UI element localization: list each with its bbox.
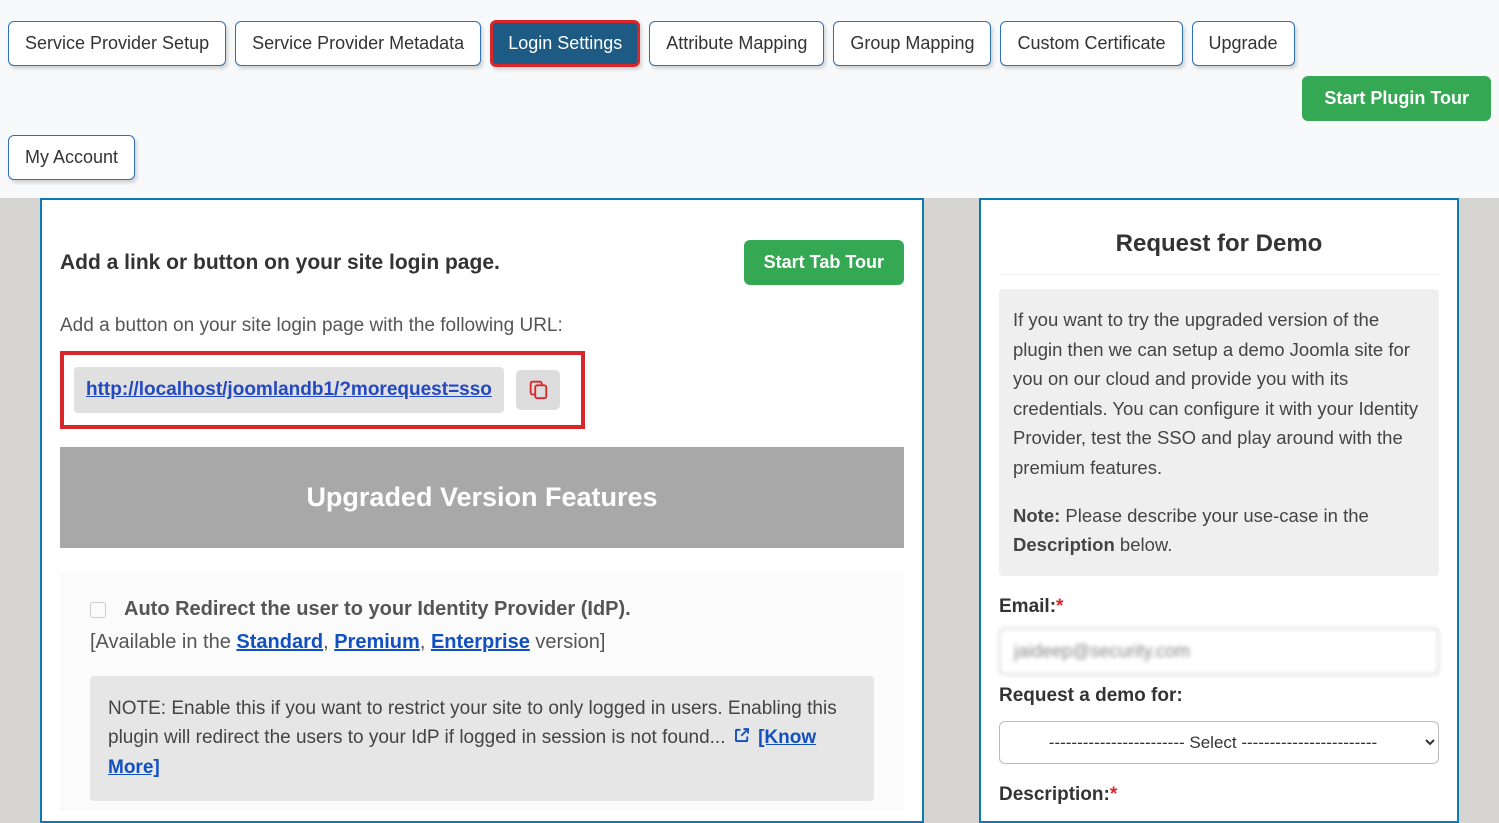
panel-subtext: Add a button on your site login page wit… — [60, 315, 904, 337]
external-link-icon — [733, 724, 751, 753]
demo-info-text: If you want to try the upgraded version … — [1013, 305, 1425, 483]
tab-service-provider-setup[interactable]: Service Provider Setup — [8, 21, 226, 66]
email-field[interactable] — [999, 628, 1439, 675]
tab-upgrade[interactable]: Upgrade — [1192, 21, 1295, 66]
tab-attribute-mapping[interactable]: Attribute Mapping — [649, 21, 824, 66]
auto-redirect-checkbox[interactable] — [90, 602, 106, 618]
tab-my-account[interactable]: My Account — [8, 135, 135, 180]
feature-availability: [Available in the Standard, Premium, Ent… — [90, 631, 874, 654]
plan-standard-link[interactable]: Standard — [236, 631, 323, 653]
demo-plan-select[interactable]: ------------------------ Select --------… — [999, 721, 1439, 764]
copy-icon — [527, 378, 549, 403]
demo-info-box: If you want to try the upgraded version … — [999, 289, 1439, 576]
description-label: Description:* — [999, 784, 1439, 806]
tab-custom-certificate[interactable]: Custom Certificate — [1000, 21, 1182, 66]
sso-url-highlight: http://localhost/joomlandb1/?morequest=s… — [60, 351, 585, 429]
request-demo-panel: Request for Demo If you want to try the … — [979, 198, 1459, 823]
upgraded-features-banner: Upgraded Version Features — [60, 447, 904, 548]
copy-url-button[interactable] — [516, 370, 560, 410]
feature-title: Auto Redirect the user to your Identity … — [124, 598, 631, 621]
tab-login-settings[interactable]: Login Settings — [490, 20, 640, 67]
feature-note-box: NOTE: Enable this if you want to restric… — [90, 676, 874, 801]
plan-enterprise-link[interactable]: Enterprise — [431, 631, 530, 653]
demo-note: Note: Please describe your use-case in t… — [1013, 501, 1425, 560]
sso-url-link[interactable]: http://localhost/joomlandb1/?morequest=s… — [86, 379, 492, 400]
email-label: Email:* — [999, 596, 1439, 618]
feature-block: Auto Redirect the user to your Identity … — [60, 573, 904, 811]
sso-url-box: http://localhost/joomlandb1/?morequest=s… — [74, 367, 504, 413]
tab-service-provider-metadata[interactable]: Service Provider Metadata — [235, 21, 481, 66]
panel-title: Add a link or button on your site login … — [60, 251, 500, 275]
request-for-label: Request a demo for: — [999, 685, 1439, 707]
login-settings-panel: Add a link or button on your site login … — [40, 198, 924, 823]
start-plugin-tour-button[interactable]: Start Plugin Tour — [1302, 76, 1491, 121]
tab-group-mapping[interactable]: Group Mapping — [833, 21, 991, 66]
feature-note-text: NOTE: Enable this if you want to restric… — [108, 698, 837, 748]
start-tab-tour-button[interactable]: Start Tab Tour — [744, 240, 904, 285]
plan-premium-link[interactable]: Premium — [334, 631, 420, 653]
demo-title: Request for Demo — [999, 230, 1439, 275]
